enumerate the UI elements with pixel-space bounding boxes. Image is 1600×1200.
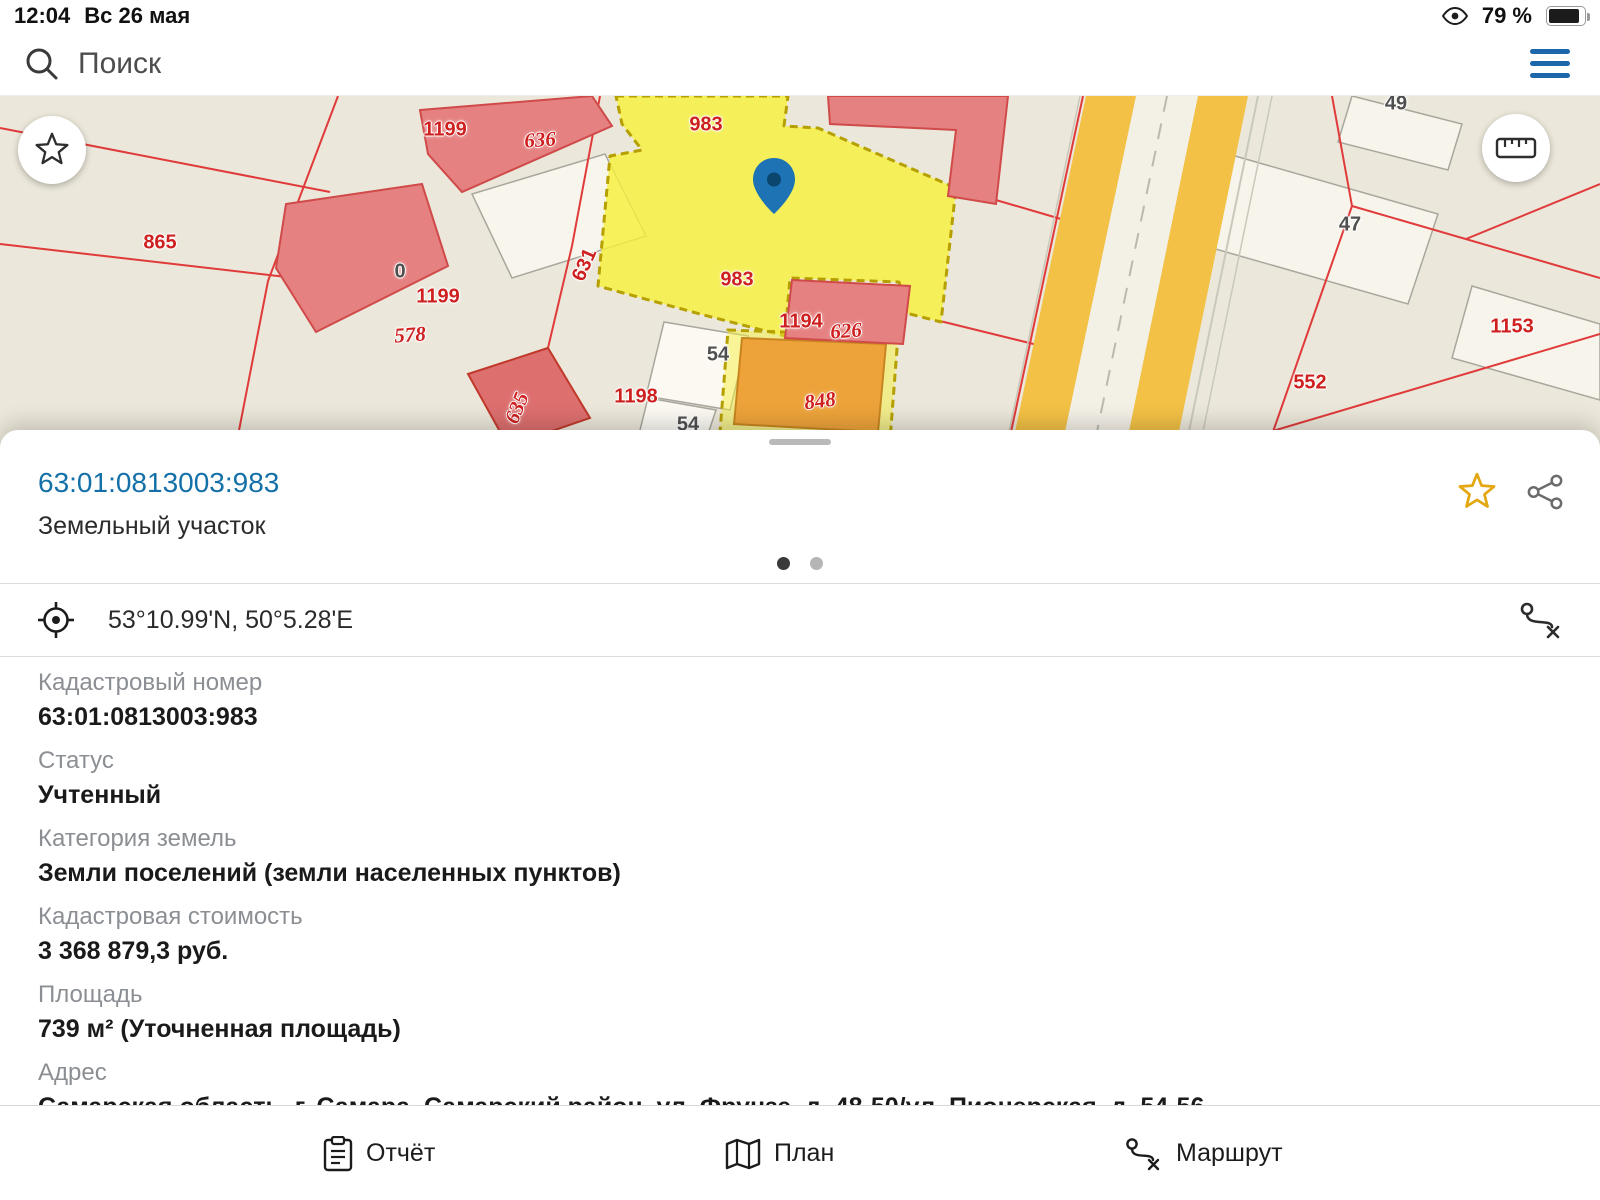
ruler-icon bbox=[1495, 136, 1537, 160]
favorite-star-icon[interactable] bbox=[1456, 471, 1498, 513]
field-label: Площадь bbox=[38, 981, 1562, 1009]
share-icon[interactable] bbox=[1526, 473, 1564, 511]
field-value: Земли поселений (земли населенных пункто… bbox=[38, 857, 1562, 889]
battery-icon bbox=[1546, 6, 1586, 26]
map-label: 1199 bbox=[423, 119, 466, 142]
field-value: 63:01:0813003:983 bbox=[38, 701, 1562, 733]
map-label: 1199 bbox=[416, 286, 459, 309]
field-label: Категория земель bbox=[38, 825, 1562, 853]
fields-list: Кадастровый номер 63:01:0813003:983 Стат… bbox=[0, 657, 1600, 1123]
map-label: 49 bbox=[1385, 96, 1407, 116]
battery-nub bbox=[1587, 13, 1590, 21]
field-label: Статус bbox=[38, 747, 1562, 775]
report-button[interactable]: Отчёт bbox=[322, 1106, 435, 1200]
map-label: 865 bbox=[143, 232, 176, 255]
search-icon bbox=[24, 46, 60, 82]
eye-icon bbox=[1442, 7, 1468, 25]
map-label: 983 bbox=[720, 269, 753, 292]
battery-fill bbox=[1549, 9, 1579, 23]
page-dot-1[interactable] bbox=[777, 557, 790, 570]
app: 12:04 Вс 26 мая 79 % bbox=[0, 0, 1600, 1200]
map-label: 1194 bbox=[779, 311, 822, 334]
plan-label: План bbox=[774, 1139, 834, 1168]
clock: 12:04 bbox=[14, 3, 70, 29]
map-label: 983 bbox=[689, 114, 722, 137]
search-bar bbox=[0, 32, 1600, 96]
field-value: 739 м² (Уточненная площадь) bbox=[38, 1013, 1562, 1045]
page-dots[interactable] bbox=[0, 557, 1600, 570]
map-label: 54 bbox=[707, 344, 729, 367]
map[interactable]: 1199636983498656310983119947119462657854… bbox=[0, 96, 1600, 446]
field-value: Учтенный bbox=[38, 779, 1562, 811]
map-label: 848 bbox=[803, 387, 837, 416]
parcel-number-link[interactable]: 63:01:0813003:983 bbox=[38, 467, 279, 499]
crosshair-icon bbox=[36, 600, 76, 640]
map-label: 578 bbox=[393, 321, 426, 348]
parcel-type-label: Земельный участок bbox=[38, 512, 279, 541]
map-label: 47 bbox=[1339, 214, 1361, 237]
parcel-info-sheet: 63:01:0813003:983 Земельный участок 53°1… bbox=[0, 430, 1600, 1200]
route-button[interactable]: Маршрут bbox=[1124, 1106, 1283, 1200]
field-label: Кадастровая стоимость bbox=[38, 903, 1562, 931]
field-label: Адрес bbox=[38, 1059, 1562, 1087]
field-cadastral-number: Кадастровый номер 63:01:0813003:983 bbox=[38, 669, 1562, 733]
status-bar: 12:04 Вс 26 мая 79 % bbox=[0, 0, 1600, 32]
map-label: 636 bbox=[523, 126, 556, 153]
coordinates-text: 53°10.99'N, 50°5.28'E bbox=[108, 606, 1518, 635]
map-icon bbox=[724, 1137, 762, 1171]
field-label: Кадастровый номер bbox=[38, 669, 1562, 697]
report-label: Отчёт bbox=[366, 1139, 435, 1168]
bottom-toolbar: Отчёт План Маршрут bbox=[0, 1105, 1600, 1200]
battery-percent-text: 79 % bbox=[1482, 3, 1532, 29]
clear-route-icon[interactable] bbox=[1518, 600, 1564, 640]
field-cadastral-value: Кадастровая стоимость 3 368 879,3 руб. bbox=[38, 903, 1562, 967]
map-label: 1153 bbox=[1490, 316, 1533, 339]
ruler-button[interactable] bbox=[1482, 114, 1550, 182]
plan-button[interactable]: План bbox=[724, 1106, 834, 1200]
date: Вс 26 мая bbox=[84, 3, 190, 29]
favorites-button[interactable] bbox=[18, 116, 86, 184]
route-label: Маршрут bbox=[1176, 1139, 1283, 1168]
star-icon bbox=[33, 131, 71, 169]
map-label: 1198 bbox=[614, 386, 657, 409]
field-land-category: Категория земель Земли поселений (земли … bbox=[38, 825, 1562, 889]
route-icon bbox=[1124, 1136, 1164, 1172]
map-label: 0 bbox=[394, 261, 405, 284]
menu-button[interactable] bbox=[1524, 43, 1576, 84]
field-area: Площадь 739 м² (Уточненная площадь) bbox=[38, 981, 1562, 1045]
report-icon bbox=[322, 1136, 354, 1172]
map-label: 552 bbox=[1293, 372, 1326, 395]
field-status: Статус Учтенный bbox=[38, 747, 1562, 811]
search-input[interactable] bbox=[78, 47, 1524, 81]
field-value: 3 368 879,3 руб. bbox=[38, 935, 1562, 967]
page-dot-2[interactable] bbox=[810, 557, 823, 570]
map-graphics bbox=[0, 96, 1600, 446]
map-label: 626 bbox=[829, 317, 862, 344]
